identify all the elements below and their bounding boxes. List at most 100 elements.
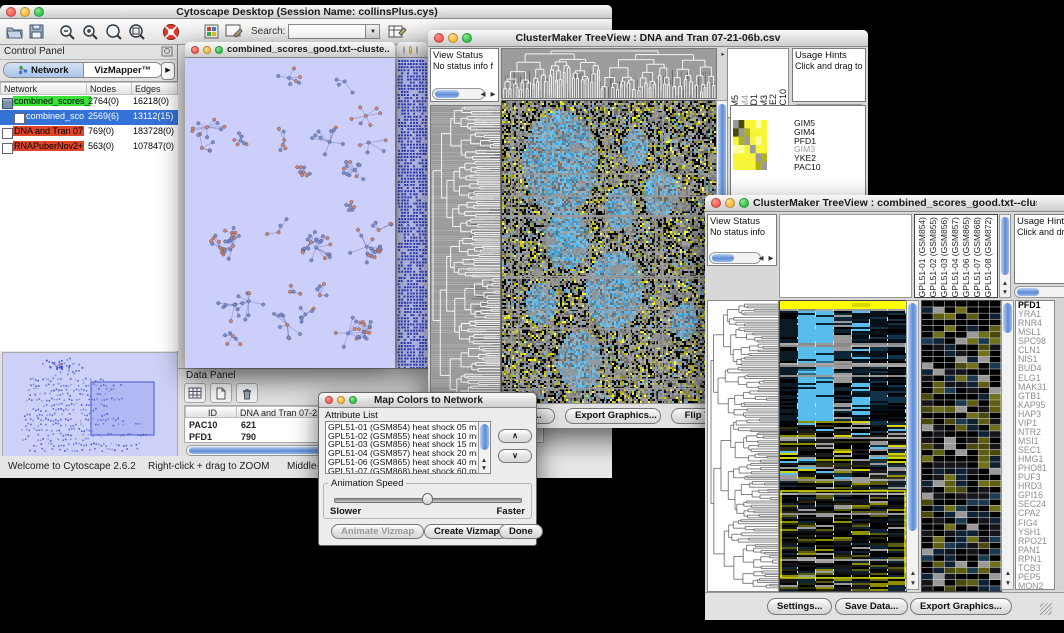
tv2-column-label[interactable]: GPL51-04 (GSM857) (950, 217, 961, 297)
zoom-out-icon[interactable] (58, 23, 78, 41)
close-icon[interactable] (6, 7, 16, 17)
close-icon[interactable] (325, 396, 333, 404)
help-lifesaver-icon[interactable] (161, 23, 181, 41)
network-table-row[interactable]: combined_sco2569(6)13112(15) (0, 110, 178, 125)
minimize-icon[interactable] (409, 46, 411, 54)
move-up-button[interactable]: ∧ (498, 429, 532, 443)
zoom-window-icon[interactable] (416, 46, 418, 54)
zoom-in-icon[interactable] (81, 23, 101, 41)
tv2-status-hscrollbar[interactable] (709, 252, 761, 264)
network-table-header-network[interactable]: Network (0, 82, 87, 95)
minimize-icon[interactable] (337, 396, 345, 404)
scroll-right-icon[interactable]: ▶ (488, 91, 498, 98)
attribute-listbox[interactable]: GPL51-01 (GSM854) heat shock 05 minGPL51… (325, 421, 491, 474)
attribute-list-item[interactable]: GPL51-02 (GSM855) heat shock 10 min (328, 432, 477, 441)
scroll-down-icon[interactable]: ▼ (908, 580, 918, 587)
tv2-usage-hscrollbar[interactable] (1014, 286, 1064, 298)
tv1-heatmap[interactable] (501, 100, 717, 407)
scroll-up-icon[interactable]: ▲ (1000, 280, 1010, 287)
attribute-list-item[interactable]: GPL51-06 (GSM865) heat shock 40 min (328, 458, 477, 467)
zoom-window-icon[interactable] (349, 396, 357, 404)
tab-vizmapper[interactable]: VizMapper™ (84, 63, 163, 77)
tv1-row-labels[interactable]: GIM5GIM4PFD1GIM3YKE2PAC10 (794, 119, 821, 172)
attribute-list-item[interactable]: GPL51-03 (GSM856) heat shock 15 min (328, 440, 477, 449)
network-overview-thumbnail[interactable] (2, 352, 178, 458)
scroll-left-icon[interactable]: ◀ (756, 255, 766, 262)
network-table-row[interactable]: combined_scores_2764(0)16218(0) (0, 95, 178, 110)
save-icon[interactable] (27, 23, 46, 40)
delete-attribute-icon[interactable] (236, 383, 258, 403)
tv2-save-data-button[interactable]: Save Data... (835, 598, 908, 615)
dialog-titlebar[interactable]: Map Colors to Network (319, 393, 536, 408)
tv2-settings-button[interactable]: Settings... (767, 598, 832, 615)
main-titlebar[interactable]: Cytoscape Desktop (Session Name: collins… (0, 5, 612, 19)
zoom-fit-icon[interactable] (127, 23, 147, 41)
treeview1-titlebar[interactable]: ClusterMaker TreeView : DNA and Tran 07-… (428, 30, 868, 47)
tv2-column-label[interactable]: GPL51-02 (GSM855) (928, 217, 939, 297)
tv2-gene-labels[interactable]: PFD1YRA1RNR4MSL1SPC98CLN1NIS1BUD4ELG1MAK… (1015, 300, 1055, 590)
tv1-row-label[interactable]: PAC10 (794, 163, 821, 172)
tv2-heatmap[interactable] (779, 300, 907, 592)
network-table-row[interactable]: DNA and Tran 07769(0)183728(0) (0, 125, 178, 140)
zoom-selected-icon[interactable] (104, 23, 124, 41)
attribute-list-vscrollbar[interactable]: ▲ ▼ (478, 422, 490, 473)
new-attribute-icon[interactable] (210, 383, 232, 403)
resize-grip-icon[interactable] (1040, 603, 1052, 615)
scroll-up-icon[interactable]: ▲ (479, 457, 489, 464)
search-dropdown-icon[interactable]: ▼ (365, 25, 379, 38)
slider-thumb[interactable] (422, 493, 433, 505)
network-table-header-edges[interactable]: Edges (131, 82, 178, 95)
select-attributes-icon[interactable] (184, 383, 206, 403)
attr-header-id[interactable]: ID (185, 406, 237, 418)
scroll-down-icon[interactable]: ▼ (1000, 289, 1010, 296)
zoom-window-icon[interactable] (739, 198, 749, 208)
scroll-up-icon[interactable]: ▲ (908, 570, 918, 577)
tv2-column-label[interactable]: GPL51-08 (GSM872) (983, 217, 994, 297)
animate-vizmap-button[interactable]: Animate Vizmap (331, 524, 424, 539)
treeview2-titlebar[interactable]: ClusterMaker TreeView : combined_scores_… (705, 195, 1064, 212)
tv2-heatmap-vscrollbar[interactable]: ▲ ▼ (906, 300, 919, 590)
tv1-export-graphics-button[interactable]: Export Graphics... (565, 408, 661, 424)
open-folder-icon[interactable] (5, 23, 24, 40)
network-view-titlebar[interactable]: combined_scores_good.txt--cluste... (185, 42, 395, 58)
tv2-zoom-heatmap[interactable] (921, 300, 1002, 592)
animation-speed-slider[interactable] (334, 493, 522, 505)
close-icon[interactable] (434, 33, 444, 43)
tv2-export-graphics-button[interactable]: Export Graphics... (910, 598, 1012, 615)
vizmapper-icon[interactable] (203, 24, 221, 40)
network-table-header-nodes[interactable]: Nodes (86, 82, 132, 95)
tv2-collabel-vscrollbar[interactable]: ▲ ▼ (999, 214, 1011, 298)
tv2-column-label[interactable]: GPL51-06 (GSM865) (961, 217, 972, 297)
tv2-row-dendrogram[interactable] (707, 300, 779, 592)
close-icon[interactable] (711, 198, 721, 208)
minimize-icon[interactable] (203, 46, 211, 54)
move-down-button[interactable]: ∨ (498, 449, 532, 463)
scroll-left-icon[interactable]: ◀ (478, 91, 488, 98)
tv2-column-label[interactable]: GPL51-07 (GSM868) (972, 217, 983, 297)
zoom-window-icon[interactable] (34, 7, 44, 17)
tab-network[interactable]: Network (4, 63, 84, 77)
scroll-down-icon[interactable]: ▼ (479, 465, 489, 472)
search-input[interactable]: ▼ (288, 24, 380, 39)
network-canvas-behind[interactable] (397, 58, 428, 368)
attribute-list-item[interactable]: GPL51-07 (GSM868) heat shock 60 min (328, 467, 477, 474)
tv2-zoom-vscrollbar[interactable]: ▲ ▼ (1001, 300, 1014, 590)
behind-window-titlebar[interactable] (397, 42, 428, 58)
minimize-icon[interactable] (725, 198, 735, 208)
tv1-row-dendrogram[interactable] (430, 105, 501, 407)
scroll-up-icon[interactable]: ▲ (1003, 570, 1013, 577)
zoom-window-icon[interactable] (215, 46, 223, 54)
tv2-gene-label[interactable]: MON2 (1018, 582, 1054, 590)
zoom-window-icon[interactable] (462, 33, 472, 43)
network-canvas[interactable] (185, 58, 395, 368)
minimize-icon[interactable] (448, 33, 458, 43)
minimize-icon[interactable] (20, 7, 30, 17)
tab-overflow-button[interactable]: ▶ (161, 62, 175, 80)
close-icon[interactable] (403, 46, 405, 54)
tv2-column-label[interactable]: GPL51-01 (GSM854) (917, 217, 928, 297)
done-button[interactable]: Done (499, 524, 543, 539)
tv2-column-label[interactable]: GPL51-03 (GSM856) (939, 217, 950, 297)
network-table-row[interactable]: RNAPuberNov2+563(0)107847(0) (0, 140, 178, 155)
float-panel-icon[interactable] (161, 46, 174, 58)
attribute-list-item[interactable]: GPL51-04 (GSM857) heat shock 20 min (328, 449, 477, 458)
